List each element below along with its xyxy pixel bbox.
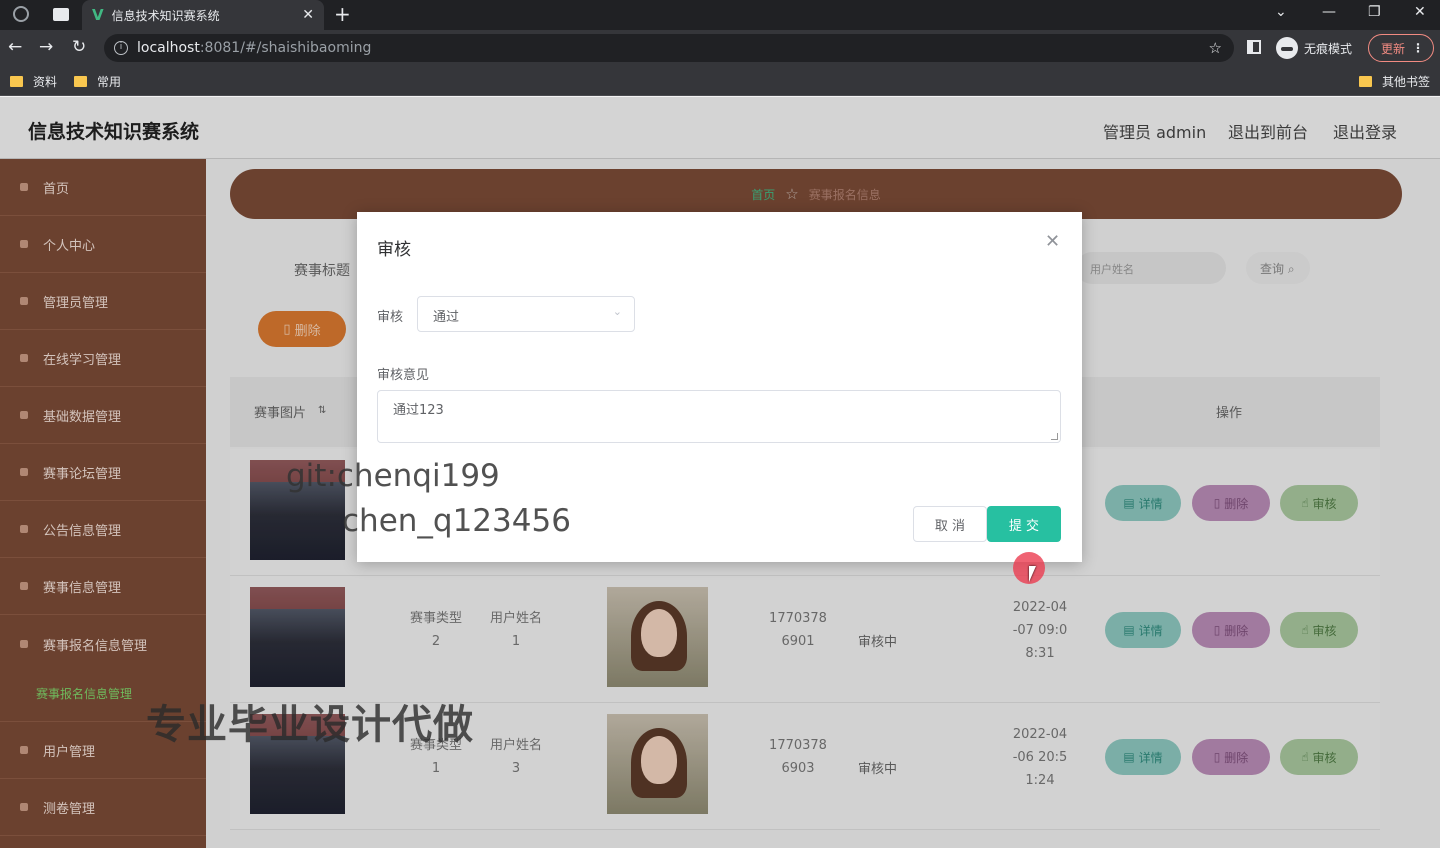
incognito-label: 无痕模式 [1304, 41, 1353, 56]
back-icon[interactable]: ← [8, 37, 22, 57]
dialog-title: 审核 [377, 240, 411, 260]
window-close-icon[interactable]: ✕ [1414, 4, 1426, 20]
restore-icon[interactable]: ❐ [1368, 4, 1381, 20]
browser-tab[interactable]: V 信息技术知识赛系统 ✕ [82, 0, 324, 30]
browser-tabstrip: V 信息技术知识赛系统 ✕ + ⌄ — ❐ ✕ [0, 0, 1440, 30]
url-path: :8081/#/shaishibaoming [199, 40, 372, 56]
mouse-cursor-icon [1029, 566, 1043, 582]
address-bar: ← → ↻ i localhost:8081/#/shaishibaoming … [0, 30, 1440, 66]
bookmarks-bar: 资料 常用 其他书签 [0, 66, 1440, 96]
bookmark-label: 常用 [97, 75, 122, 89]
minimize-icon[interactable]: — [1322, 4, 1336, 20]
update-button[interactable]: 更新 ⋮ [1368, 34, 1434, 62]
incognito-icon [1276, 37, 1298, 59]
close-icon[interactable]: ✕ [1045, 231, 1060, 252]
bookmark-label: 资料 [33, 75, 58, 89]
site-info-icon[interactable]: i [114, 41, 128, 55]
update-label: 更新 [1381, 41, 1406, 56]
bookmark-folder[interactable]: 常用 [74, 73, 121, 90]
url-field[interactable]: i localhost:8081/#/shaishibaoming ☆ [104, 34, 1234, 62]
other-bookmarks[interactable]: 其他书签 [1359, 73, 1430, 90]
reload-icon[interactable]: ↻ [72, 37, 86, 57]
chevron-down-icon: ⌄ [612, 305, 622, 318]
submit-button[interactable]: 提 交 [987, 506, 1061, 542]
menu-dots-icon: ⋮ [1412, 41, 1424, 55]
tab-close-icon[interactable]: ✕ [302, 7, 314, 23]
cancel-button[interactable]: 取 消 [913, 506, 987, 542]
incognito-indicator[interactable]: 无痕模式 [1276, 37, 1352, 59]
tab-title: 信息技术知识赛系统 [111, 8, 220, 23]
watermark-wechat: chen_q123456 [342, 503, 571, 539]
url-host: localhost [137, 40, 200, 56]
vue-logo-icon: V [92, 6, 104, 24]
folder-icon [1359, 76, 1372, 87]
review-label: 审核 [377, 310, 404, 325]
other-bookmarks-label: 其他书签 [1382, 75, 1431, 89]
folder-icon [74, 76, 87, 87]
forward-icon[interactable]: → [39, 37, 53, 57]
tab-search-icon[interactable] [53, 8, 69, 21]
opinion-label: 审核意见 [377, 368, 430, 383]
side-panel-icon[interactable] [1247, 40, 1261, 54]
watermark-git: git:chenqi199 [286, 458, 500, 494]
folder-icon [10, 76, 23, 87]
resize-handle[interactable] [1051, 433, 1058, 440]
new-tab-icon[interactable]: + [334, 2, 351, 26]
tab-list-icon[interactable]: ⌄ [1275, 4, 1287, 20]
watermark-ad: 专业毕业设计代做 [146, 702, 474, 748]
opinion-textarea[interactable]: 通过123 [377, 390, 1061, 443]
opinion-value: 通过123 [393, 403, 444, 418]
history-icon[interactable] [13, 6, 29, 22]
review-select-value: 通过 [433, 310, 460, 325]
review-select[interactable]: 通过 ⌄ [417, 296, 635, 332]
bookmark-folder[interactable]: 资料 [10, 73, 57, 90]
bookmark-star-icon[interactable]: ☆ [1209, 39, 1222, 57]
